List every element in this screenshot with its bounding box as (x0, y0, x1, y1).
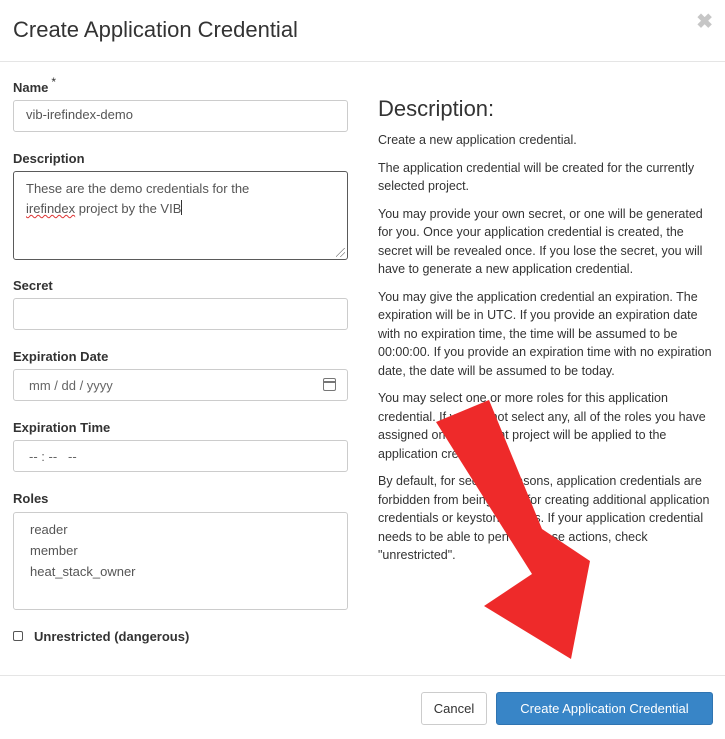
name-input[interactable]: vib-irefindex-demo (13, 100, 348, 132)
description-paragraph: Create a new application credential. (378, 133, 577, 147)
expiration-time-label: Expiration Time (13, 420, 111, 435)
role-option-reader[interactable]: reader (14, 520, 347, 541)
secret-input[interactable] (13, 298, 348, 330)
resize-handle-icon[interactable] (336, 248, 345, 257)
roles-label: Roles (13, 491, 49, 506)
expiration-time-input[interactable]: -- : -- -- (13, 440, 348, 472)
calendar-icon[interactable] (323, 378, 336, 391)
description-paragraph: By default, for security reasons, applic… (378, 474, 710, 562)
description-paragraph: You may provide your own secret, or one … (378, 206, 703, 277)
required-marker: * (51, 75, 57, 89)
description-panel-title: Description: (378, 96, 495, 121)
description-paragraph: You may select one or more roles for thi… (378, 391, 706, 461)
expiration-date-label: Expiration Date (13, 349, 109, 364)
description-paragraph: The application credential will be creat… (378, 160, 695, 194)
text-caret (181, 200, 183, 215)
expiration-date-input[interactable]: mm / dd / yyyy (13, 369, 348, 401)
description-paragraph: You may give the application credential … (378, 289, 712, 378)
unrestricted-checkbox[interactable] (13, 631, 23, 641)
description-line1: These are the demo credentials for the (26, 181, 250, 196)
name-value: vib-irefindex-demo (26, 107, 133, 122)
expiration-date-placeholder: mm / dd / yyyy (29, 378, 113, 393)
expiration-time-placeholder: -- : -- -- (29, 449, 77, 464)
dialog-title: Create Application Credential (13, 17, 298, 42)
description-misspelled-word: irefindex (26, 201, 76, 216)
description-textarea[interactable]: These are the demo credentials for the i… (13, 171, 348, 260)
create-application-credential-button[interactable]: Create Application Credential (496, 692, 713, 725)
close-icon[interactable]: ✖ (696, 12, 713, 32)
description-line2: project by the VIB (75, 201, 182, 216)
modal-footer: Cancel Create Application Credential (0, 675, 725, 739)
roles-multiselect[interactable]: reader member heat_stack_owner (13, 512, 348, 610)
unrestricted-label[interactable]: Unrestricted (dangerous) (34, 629, 189, 644)
secret-label: Secret (13, 278, 53, 293)
cancel-button[interactable]: Cancel (421, 692, 487, 725)
name-label: Name * (13, 75, 57, 95)
description-label: Description (13, 151, 85, 166)
description-panel: Description: Create a new application cr… (378, 96, 713, 574)
role-option-heat-stack-owner[interactable]: heat_stack_owner (14, 562, 347, 583)
modal-header: Create Application Credential ✖ (0, 0, 725, 62)
role-option-member[interactable]: member (14, 541, 347, 562)
